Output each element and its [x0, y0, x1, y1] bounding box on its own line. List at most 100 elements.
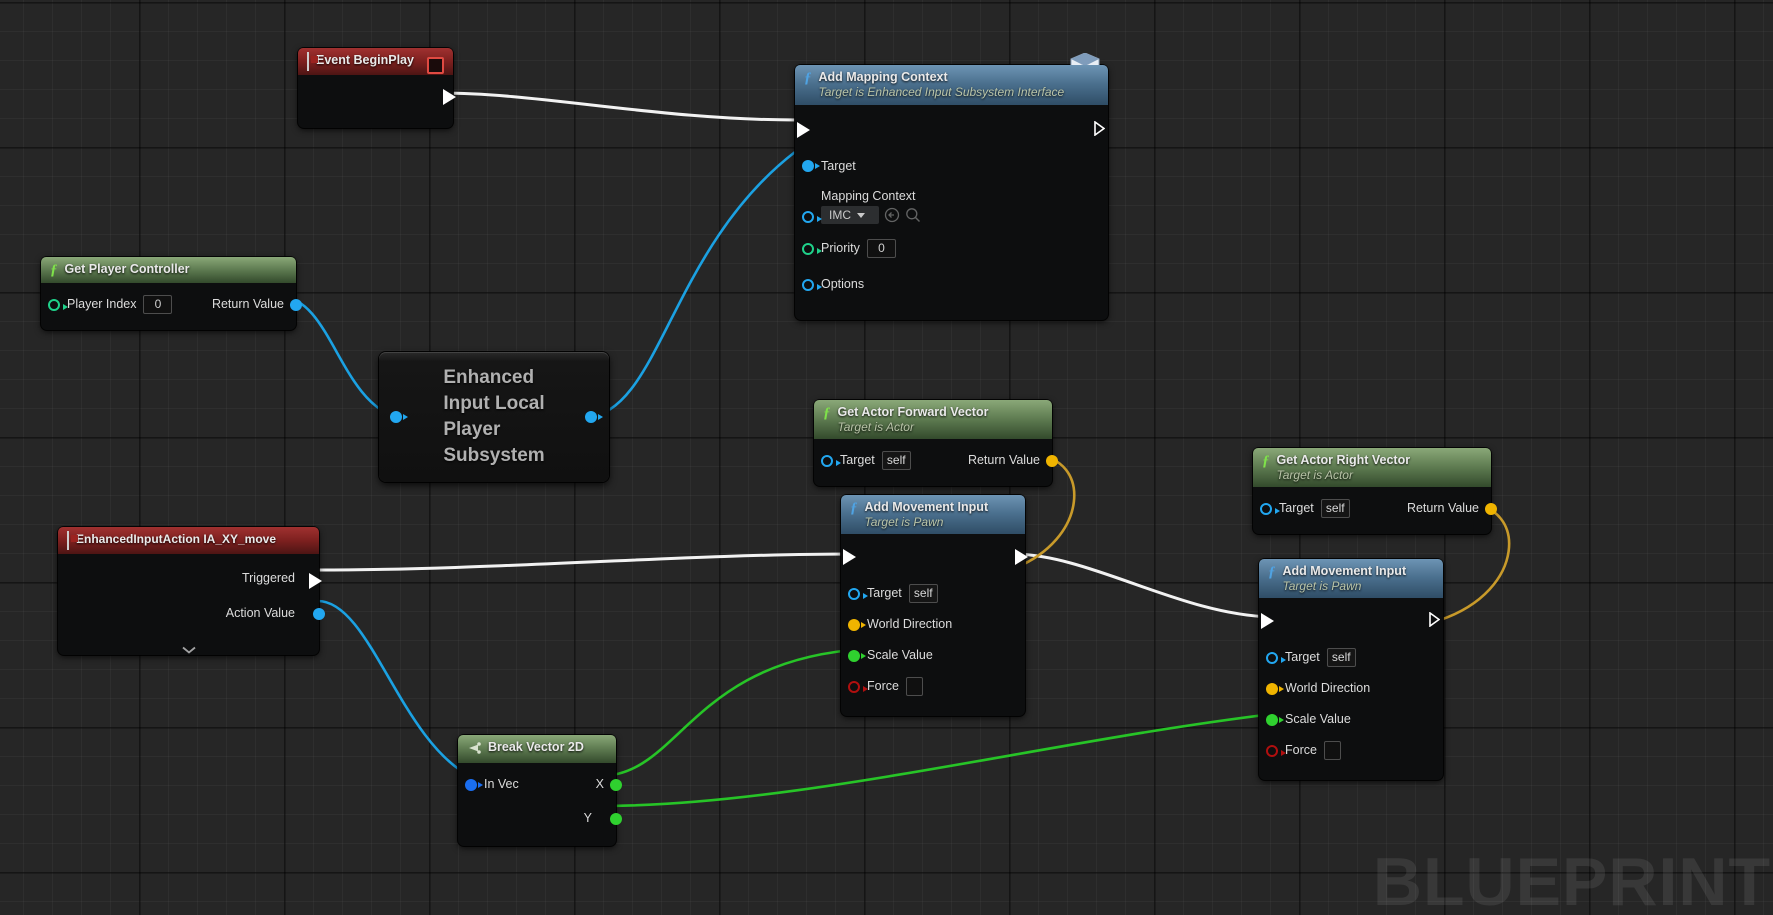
pin-label-player-index: Player Index — [67, 297, 137, 311]
node-title: Enhanced Input Local Player Subsystem — [439, 359, 548, 475]
node-enhanced-input-action[interactable]: EnhancedInputAction IA_XY_move Triggered… — [58, 527, 325, 655]
pin-world-direction[interactable] — [848, 619, 866, 631]
pin-label-force: Force — [867, 679, 899, 693]
pin-force[interactable] — [848, 681, 868, 693]
browse-back-icon[interactable] — [884, 207, 900, 223]
target-self-input[interactable]: self — [908, 583, 938, 603]
pin-target[interactable] — [821, 455, 841, 467]
pin-target[interactable] — [802, 160, 820, 172]
red-square-badge — [427, 57, 444, 74]
node-title: Break Vector 2D — [488, 740, 584, 754]
node-header: ƒ Add Movement Input Target is Pawn — [841, 495, 1025, 534]
pin-label-priority: Priority — [821, 241, 860, 255]
f-icon: ƒ — [850, 500, 858, 516]
title-line-4: Subsystem — [443, 445, 545, 466]
exec-output-pin[interactable] — [1015, 549, 1028, 565]
node-add-mapping-context[interactable]: ƒ Add Mapping Context Target is Enhanced… — [795, 52, 1108, 320]
pin-subsystem-input[interactable] — [390, 411, 408, 423]
mapping-context-dropdown[interactable]: IMC — [821, 206, 879, 224]
exec-output-pin[interactable] — [1094, 121, 1105, 136]
pin-label-options: Options — [821, 277, 865, 291]
pin-return-value[interactable] — [1485, 503, 1497, 515]
title-line-2: Input Local — [443, 393, 545, 414]
node-get-actor-right-vector[interactable]: ƒ Get Actor Right Vector Target is Actor… — [1253, 448, 1497, 534]
node-title: Get Actor Forward Vector — [837, 405, 989, 419]
node-title: Event BeginPlay — [316, 53, 414, 67]
node-get-player-controller[interactable]: ƒ Get Player Controller Player Index 0 R… — [41, 257, 302, 330]
pin-y[interactable] — [610, 813, 622, 825]
pin-label-target: Target — [821, 159, 856, 173]
pin-priority[interactable] — [802, 243, 822, 255]
pin-action-value[interactable] — [313, 608, 325, 620]
node-subtitle: Target is Enhanced Input Subsystem Inter… — [818, 85, 1065, 99]
pin-label-world-direction: World Direction — [867, 617, 953, 631]
exec-input-pin[interactable] — [797, 122, 810, 138]
pin-label-scale-value: Scale Value — [1285, 712, 1351, 726]
force-checkbox[interactable] — [1323, 740, 1341, 760]
pin-world-direction[interactable] — [1266, 683, 1284, 695]
pin-force[interactable] — [1266, 745, 1286, 757]
exec-output-pin[interactable] — [1429, 612, 1440, 627]
exec-input-pin[interactable] — [1261, 613, 1274, 629]
pin-options[interactable] — [802, 279, 822, 291]
pin-label-target: Target — [1285, 650, 1320, 664]
pin-label-return-value: Return Value — [211, 297, 284, 311]
pin-label-x: X — [595, 777, 604, 791]
node-title: Add Movement Input — [1282, 564, 1407, 578]
node-add-movement-input-1[interactable]: ƒ Add Movement Input Target is Pawn Targ… — [841, 495, 1028, 716]
player-index-input[interactable]: 0 — [143, 294, 173, 314]
exec-output-pin[interactable] — [443, 89, 456, 105]
pin-return-value[interactable] — [290, 299, 302, 311]
node-break-vector-2d[interactable]: Break Vector 2D In Vec X Y — [458, 735, 622, 846]
pin-in-vec[interactable] — [465, 779, 483, 791]
pin-label-scale-value: Scale Value — [867, 648, 933, 662]
node-header: ƒ Add Movement Input Target is Pawn — [1259, 559, 1443, 598]
node-title: Add Mapping Context — [818, 70, 948, 84]
pin-scale-value[interactable] — [848, 650, 866, 662]
node-header: ƒ Get Actor Right Vector Target is Actor — [1253, 448, 1491, 487]
pin-label-world-direction: World Direction — [1285, 681, 1371, 695]
title-line-3: Player — [443, 419, 501, 440]
break-icon — [467, 742, 481, 758]
node-header: ƒ Add Mapping Context Target is Enhanced… — [795, 65, 1108, 105]
pin-target[interactable] — [1266, 652, 1286, 664]
pin-label-target: Target — [1279, 501, 1314, 515]
pin-x[interactable] — [610, 779, 622, 791]
node-add-movement-input-2[interactable]: ƒ Add Movement Input Target is Pawn Targ… — [1259, 559, 1443, 780]
pin-target[interactable] — [1260, 503, 1280, 515]
blueprint-watermark: BLUEPRINT — [1372, 844, 1771, 915]
chevron-down-icon[interactable] — [181, 641, 196, 654]
pin-label-action-value: Action Value — [225, 606, 295, 620]
node-title: Add Movement Input — [864, 500, 989, 514]
blueprint-graph-canvas[interactable]: Event BeginPlay ƒ Add Mapping Context Ta… — [0, 0, 1773, 915]
priority-value-input[interactable]: 0 — [866, 238, 896, 258]
node-event-beginplay[interactable]: Event BeginPlay — [298, 48, 456, 128]
node-header: Event BeginPlay — [298, 48, 453, 75]
pin-subsystem-output[interactable] — [585, 411, 603, 423]
f-icon: ƒ — [1268, 564, 1276, 580]
pin-label-force: Force — [1285, 743, 1317, 757]
target-self-input[interactable]: self — [1320, 498, 1350, 518]
exec-input-pin[interactable] — [843, 549, 856, 565]
search-icon[interactable] — [905, 207, 921, 223]
f-icon: ƒ — [804, 70, 812, 86]
pin-label-triggered: Triggered — [241, 571, 295, 585]
exec-output-pin-triggered[interactable] — [309, 573, 322, 589]
node-get-actor-forward-vector[interactable]: ƒ Get Actor Forward Vector Target is Act… — [814, 400, 1058, 486]
target-self-input[interactable]: self — [881, 450, 911, 470]
target-self-input[interactable]: self — [1326, 647, 1356, 667]
pin-label-return-value: Return Value — [967, 453, 1040, 467]
force-checkbox[interactable] — [905, 676, 923, 696]
pin-target[interactable] — [848, 588, 868, 600]
pin-label-mapping-context: Mapping Context — [821, 189, 916, 203]
event-diamond-icon — [67, 531, 69, 550]
f-icon: ƒ — [823, 405, 831, 421]
pin-scale-value[interactable] — [1266, 714, 1284, 726]
mapping-context-value: IMC — [829, 208, 851, 222]
pin-player-index[interactable] — [48, 299, 68, 311]
pin-label-in-vec: In Vec — [484, 777, 519, 791]
pin-mapping-context[interactable] — [802, 211, 822, 223]
node-subtitle: Target is Pawn — [1282, 579, 1362, 593]
pin-return-value[interactable] — [1046, 455, 1058, 467]
node-enhanced-input-local-player-subsystem[interactable]: Enhanced Input Local Player Subsystem — [379, 352, 609, 482]
